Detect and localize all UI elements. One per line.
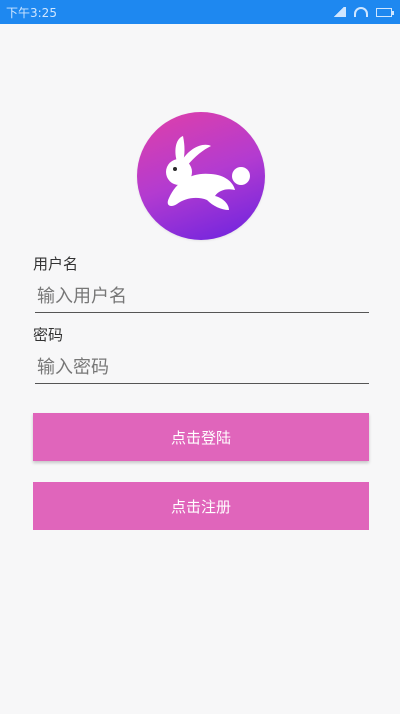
register-button[interactable]: 点击注册	[33, 482, 369, 530]
rabbit-logo-icon	[166, 136, 250, 210]
password-input[interactable]	[35, 351, 369, 384]
login-button[interactable]: 点击登陆	[33, 413, 369, 461]
status-icons	[332, 7, 394, 17]
password-label: 密码	[33, 326, 64, 344]
username-input[interactable]	[35, 280, 369, 313]
wifi-icon	[354, 7, 368, 17]
username-label: 用户名	[33, 255, 79, 273]
battery-icon	[376, 7, 394, 17]
status-bar: 下午3:25	[0, 0, 400, 24]
signal-icon	[332, 7, 346, 17]
app-logo	[137, 112, 265, 240]
status-time: 下午3:25	[6, 5, 57, 20]
